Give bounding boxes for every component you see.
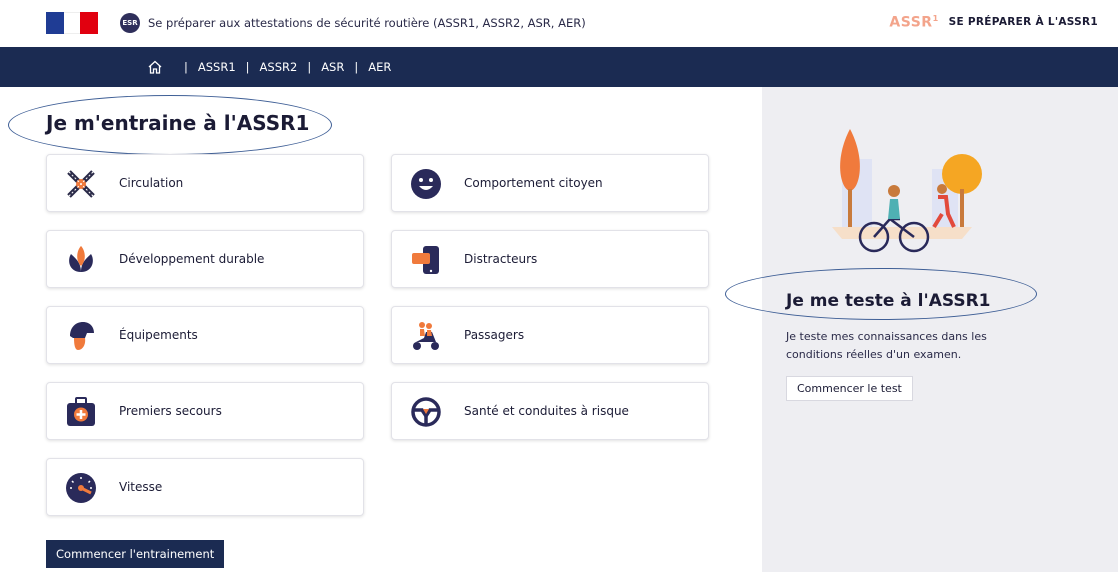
card-label: Comportement citoyen — [464, 176, 603, 190]
top-header: ESR Se préparer aux attestations de sécu… — [0, 0, 1118, 47]
main-nav: | ASSR1 | ASSR2 | ASR | AER — [0, 47, 1118, 87]
speedometer-icon — [65, 472, 97, 504]
esr-badge-icon: ESR — [120, 13, 140, 33]
card-comportement-citoyen[interactable]: Comportement citoyen — [391, 154, 709, 212]
card-label: Circulation — [119, 176, 184, 190]
assr1-logo: ASSR1 — [889, 14, 939, 31]
smiley-icon — [410, 168, 442, 200]
card-sante-conduites[interactable]: Santé et conduites à risque — [391, 382, 709, 440]
crossroads-icon — [65, 168, 97, 200]
nav-item-asr[interactable]: ASR — [321, 60, 344, 74]
card-distracteurs[interactable]: Distracteurs — [391, 230, 709, 288]
card-label: Vitesse — [119, 480, 163, 494]
nav-item-assr1[interactable]: ASSR1 — [198, 60, 236, 74]
brand-area[interactable]: ASSR1 SE PRÉPARER À L'ASSR1 — [889, 14, 1098, 31]
helmet-icon — [65, 320, 97, 352]
card-premiers-secours[interactable]: Premiers secours — [46, 382, 364, 440]
french-flag-logo — [46, 12, 101, 34]
test-panel-description: Je teste mes connaissances dans les cond… — [786, 330, 987, 361]
nav-separator: | — [184, 60, 188, 74]
start-training-button[interactable]: Commencer l'entrainement — [46, 540, 225, 568]
card-label: Distracteurs — [464, 252, 538, 266]
card-passagers[interactable]: Passagers — [391, 306, 709, 364]
card-label: Développement durable — [119, 252, 265, 266]
card-vitesse[interactable]: Vitesse — [46, 458, 364, 516]
card-developpement-durable[interactable]: Développement durable — [46, 230, 364, 288]
card-label: Santé et conduites à risque — [464, 404, 629, 418]
site-title[interactable]: Se préparer aux attestations de sécurité… — [148, 16, 586, 30]
cyclist-runner-illustration — [802, 119, 982, 254]
nav-item-assr2[interactable]: ASSR2 — [260, 60, 298, 74]
nav-separator: | — [245, 60, 250, 74]
first-aid-kit-icon — [65, 396, 97, 428]
card-label: Premiers secours — [119, 404, 222, 418]
steering-wheel-icon — [410, 396, 442, 428]
card-label: Passagers — [464, 328, 525, 342]
annotation-oval — [8, 95, 332, 155]
phone-icon — [410, 244, 442, 276]
scooter-icon — [410, 320, 442, 352]
brand-link[interactable]: SE PRÉPARER À L'ASSR1 — [949, 16, 1098, 28]
card-label: Équipements — [119, 328, 198, 342]
annotation-oval — [725, 268, 1037, 320]
nav-separator: | — [307, 60, 312, 74]
start-test-button[interactable]: Commencer le test — [786, 376, 913, 401]
leaves-icon — [65, 244, 97, 276]
nav-item-aer[interactable]: AER — [368, 60, 391, 74]
nav-separator: | — [354, 60, 359, 74]
card-equipements[interactable]: Équipements — [46, 306, 364, 364]
home-icon[interactable] — [146, 58, 164, 76]
card-circulation[interactable]: Circulation — [46, 154, 364, 212]
